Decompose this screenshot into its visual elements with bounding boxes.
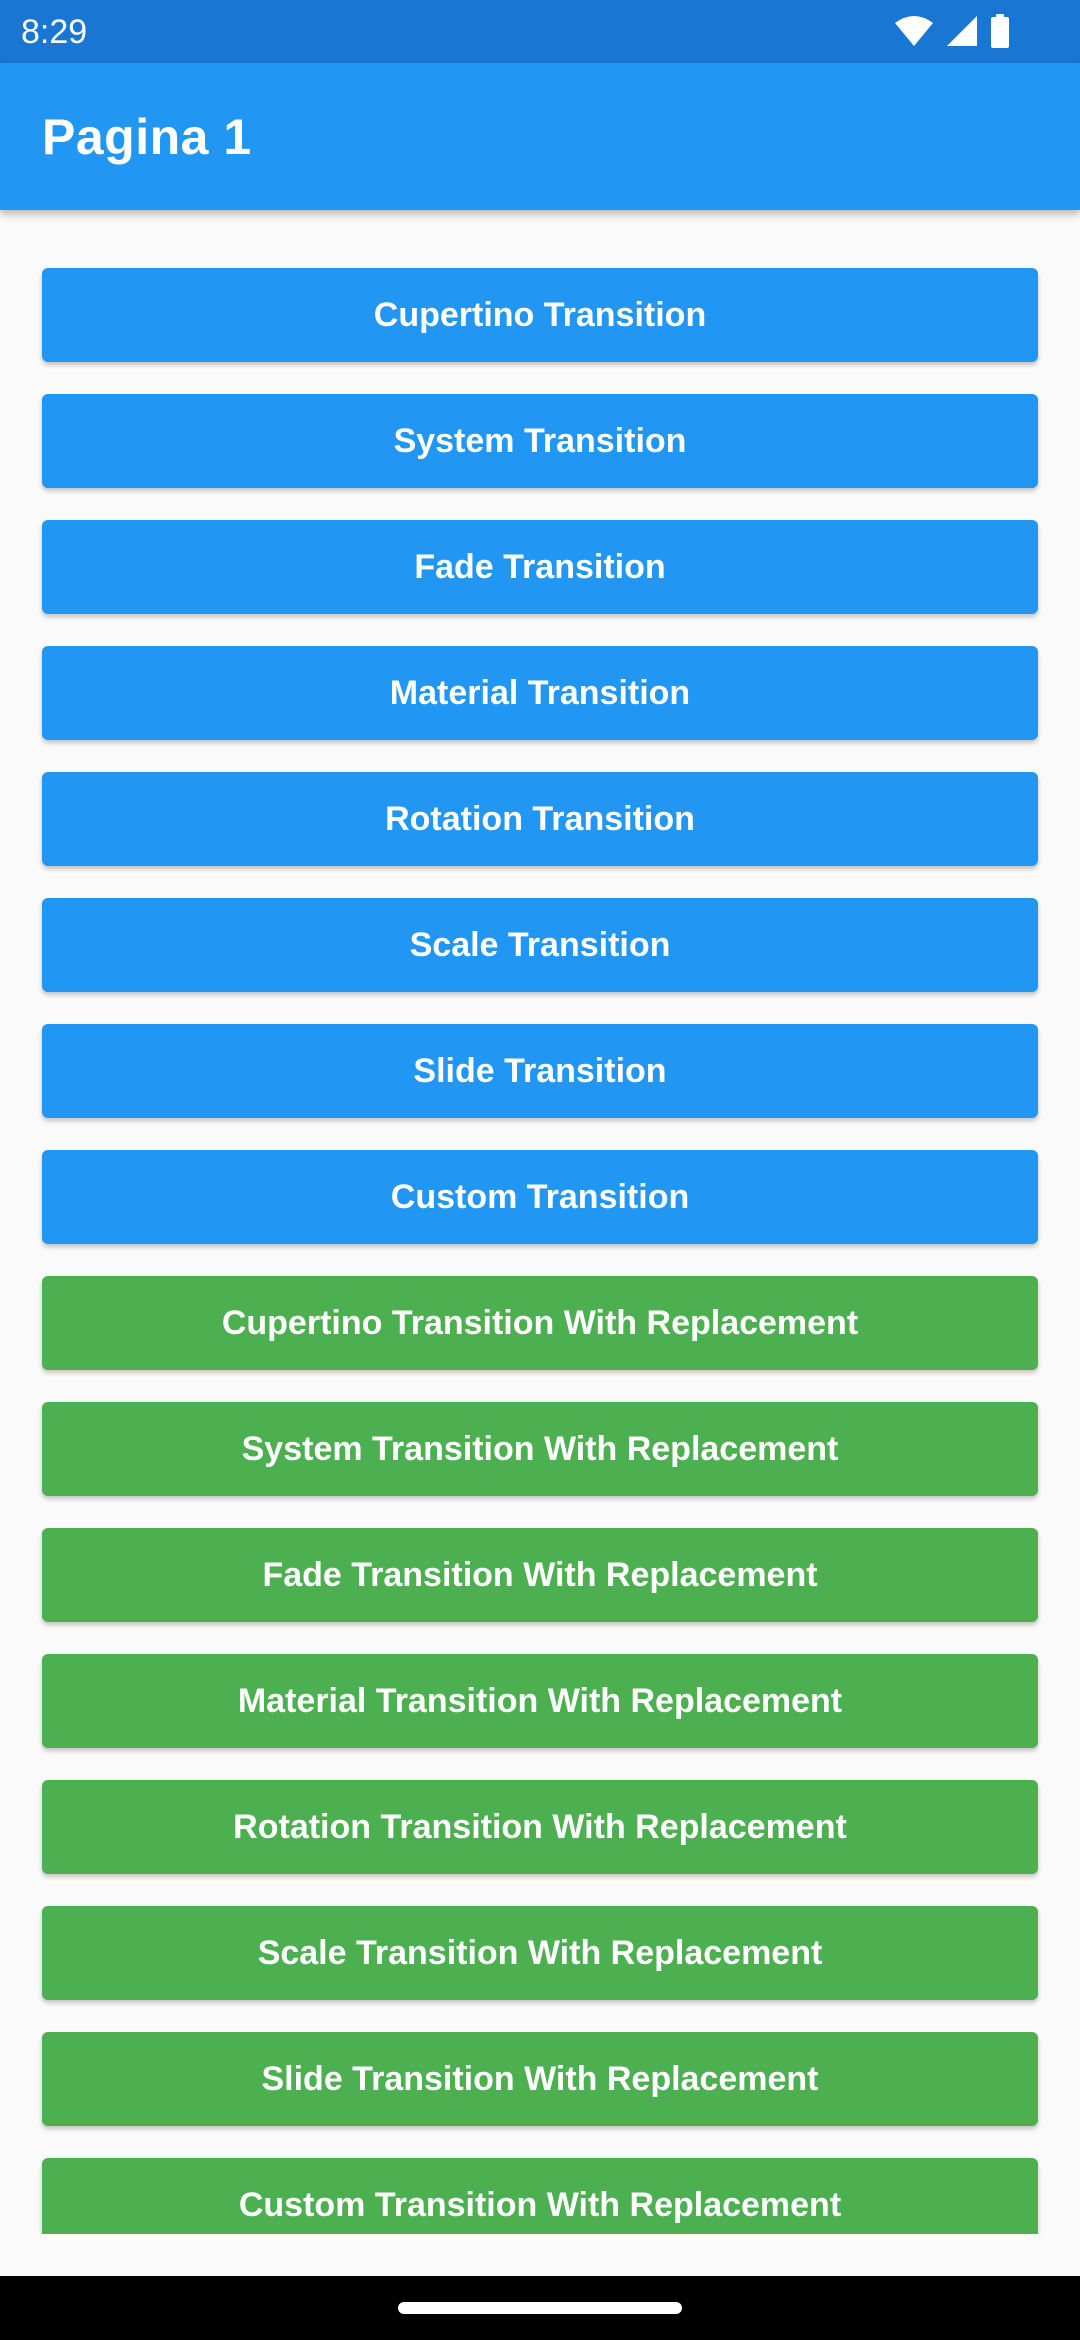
material-transition-with-replacement-button[interactable]: Material Transition With Replacement xyxy=(42,1654,1038,1748)
custom-transition-button[interactable]: Custom Transition xyxy=(42,1150,1038,1244)
scale-transition-button[interactable]: Scale Transition xyxy=(42,898,1038,992)
status-bar: 8:29 xyxy=(0,0,1080,63)
page-title: Pagina 1 xyxy=(42,109,252,165)
slide-transition-button[interactable]: Slide Transition xyxy=(42,1024,1038,1118)
button-label: Custom Transition xyxy=(390,1177,690,1216)
home-gesture-handle[interactable] xyxy=(398,2302,682,2314)
button-label: Slide Transition With Replacement xyxy=(261,2059,819,2098)
cellular-signal-icon xyxy=(946,15,978,47)
fade-transition-with-replacement-button[interactable]: Fade Transition With Replacement xyxy=(42,1528,1038,1622)
button-label: Material Transition xyxy=(389,673,691,712)
custom-transition-with-replacement-button[interactable]: Custom Transition With Replacement xyxy=(42,2158,1038,2234)
cupertino-transition-with-replacement-button[interactable]: Cupertino Transition With Replacement xyxy=(42,1276,1038,1370)
button-label: Slide Transition xyxy=(413,1051,667,1090)
fade-transition-button[interactable]: Fade Transition xyxy=(42,520,1038,614)
button-label: Scale Transition xyxy=(409,925,671,964)
scale-transition-with-replacement-button[interactable]: Scale Transition With Replacement xyxy=(42,1906,1038,2000)
wifi-icon xyxy=(894,15,934,47)
button-list-scroll-area[interactable]: Cupertino Transition System Transition F… xyxy=(0,210,1080,2234)
slide-transition-with-replacement-button[interactable]: Slide Transition With Replacement xyxy=(42,2032,1038,2126)
button-label: System Transition xyxy=(393,421,687,460)
button-label: Cupertino Transition xyxy=(373,295,707,334)
rotation-transition-button[interactable]: Rotation Transition xyxy=(42,772,1038,866)
button-label: Scale Transition With Replacement xyxy=(257,1933,823,1972)
button-label: Rotation Transition With Replacement xyxy=(233,1807,847,1846)
system-transition-with-replacement-button[interactable]: System Transition With Replacement xyxy=(42,1402,1038,1496)
material-transition-button[interactable]: Material Transition xyxy=(42,646,1038,740)
app-bar: Pagina 1 xyxy=(0,63,1080,210)
system-transition-button[interactable]: System Transition xyxy=(42,394,1038,488)
status-icons xyxy=(894,14,1010,48)
button-label: Cupertino Transition With Replacement xyxy=(221,1303,859,1342)
button-label: Material Transition With Replacement xyxy=(237,1681,843,1720)
button-label: System Transition With Replacement xyxy=(241,1429,839,1468)
battery-icon xyxy=(990,14,1010,48)
button-label: Fade Transition With Replacement xyxy=(262,1555,818,1594)
rotation-transition-with-replacement-button[interactable]: Rotation Transition With Replacement xyxy=(42,1780,1038,1874)
cupertino-transition-button[interactable]: Cupertino Transition xyxy=(42,268,1038,362)
system-navigation-bar xyxy=(0,2276,1080,2340)
status-time: 8:29 xyxy=(21,13,88,51)
button-label: Fade Transition xyxy=(414,547,666,586)
button-label: Rotation Transition xyxy=(385,799,695,838)
button-list: Cupertino Transition System Transition F… xyxy=(42,268,1038,2234)
button-label: Custom Transition With Replacement xyxy=(238,2185,842,2224)
